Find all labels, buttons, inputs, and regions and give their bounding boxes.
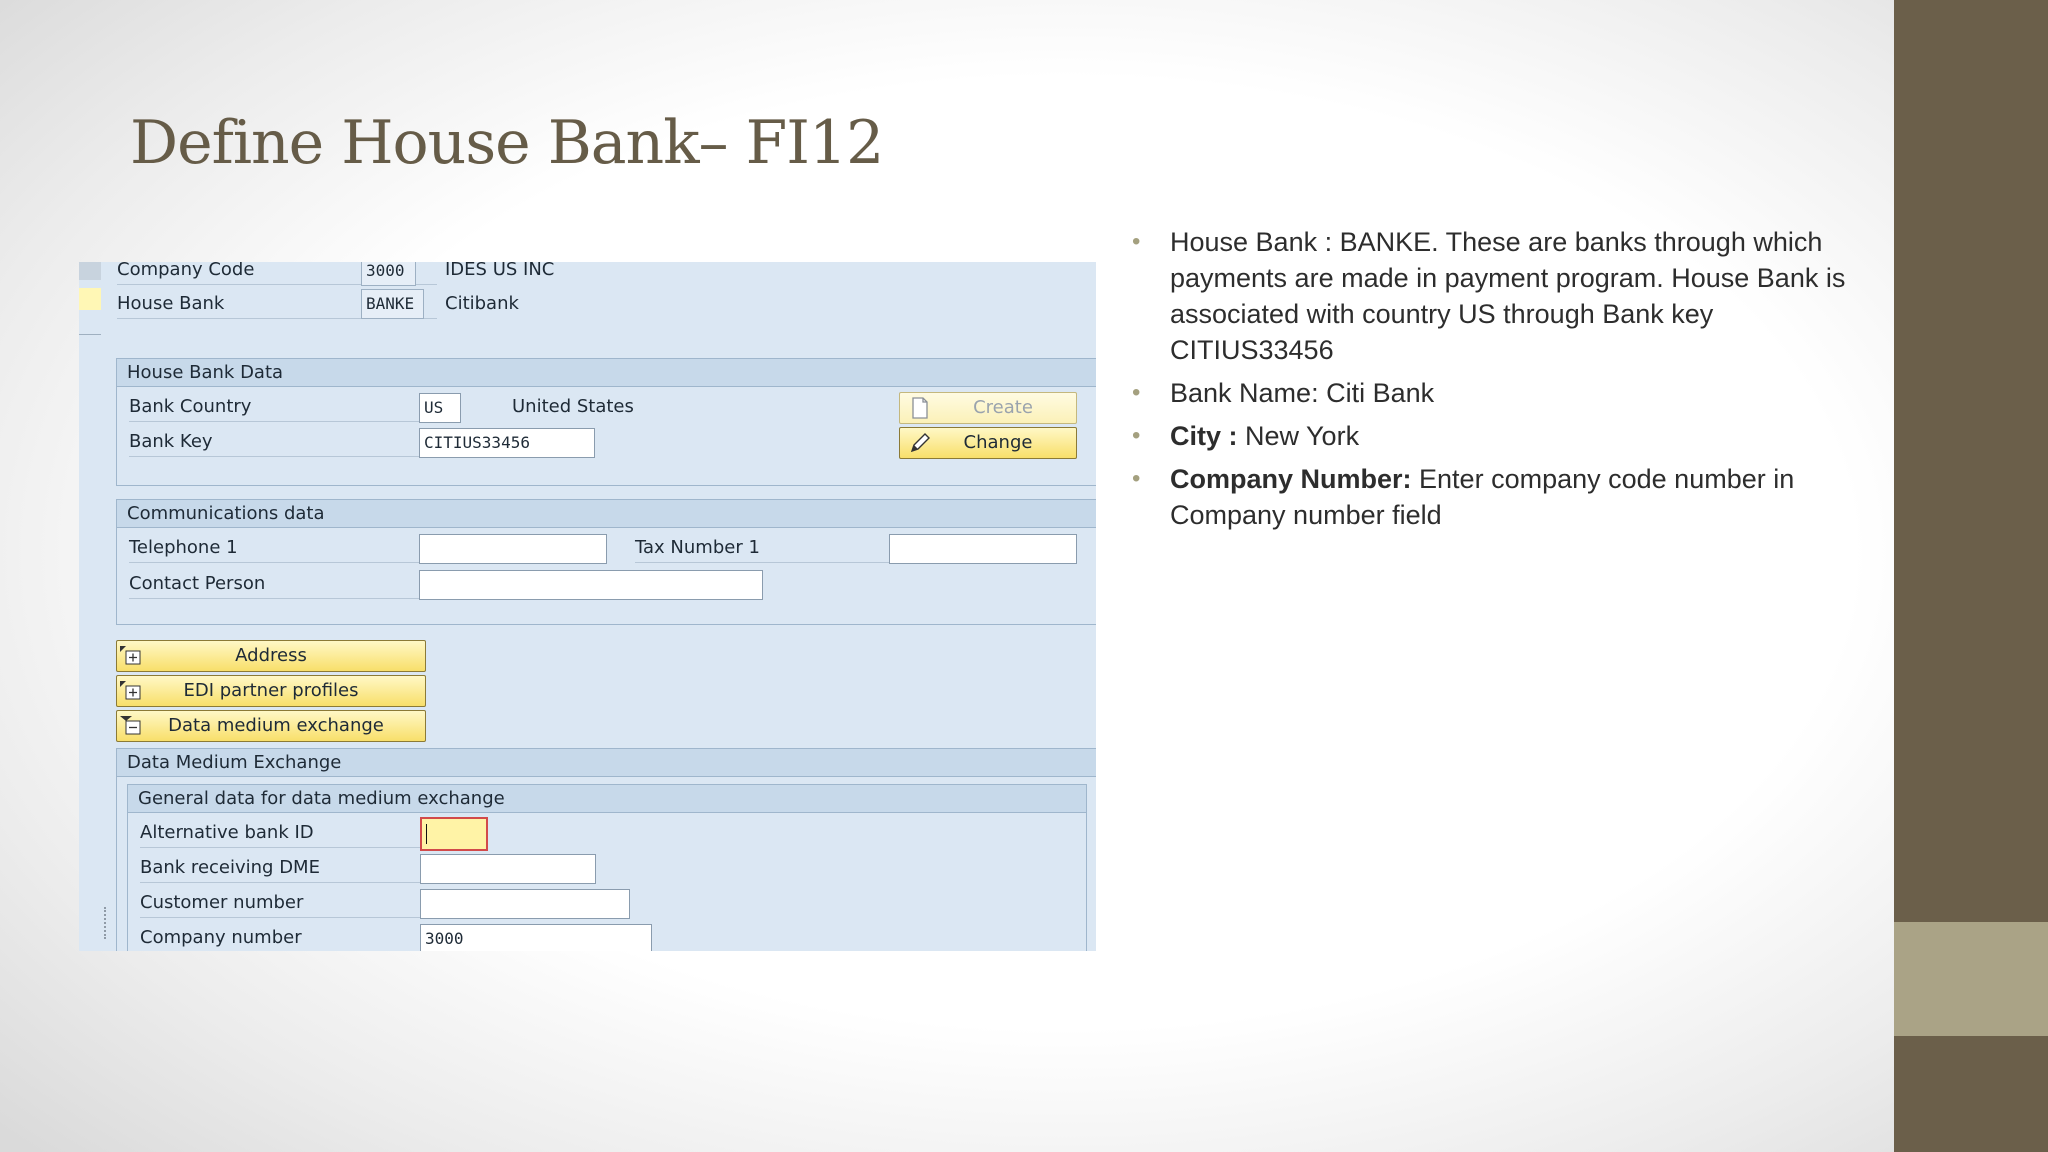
splitter-handle[interactable]: [104, 907, 109, 939]
bank-country-label: Bank Country: [129, 393, 419, 422]
alt-bank-id-field[interactable]: [420, 817, 488, 851]
address-button[interactable]: Address: [116, 640, 426, 672]
contact-person-field[interactable]: [419, 570, 763, 600]
create-button[interactable]: Create: [899, 392, 1077, 424]
house-bank-name: Citibank: [445, 293, 519, 314]
customer-number-label: Customer number: [140, 889, 420, 918]
house-bank-data-title: House Bank Data: [117, 359, 1096, 387]
data-medium-exchange-label: Data medium exchange: [168, 715, 384, 736]
company-name: IDES US INC: [445, 262, 555, 280]
communications-group: Communications data Telephone 1 Tax Numb…: [116, 499, 1096, 625]
bank-receiving-dme-label: Bank receiving DME: [140, 854, 420, 883]
bullet-city: City : New York: [1130, 418, 1870, 454]
pencil-icon: [910, 433, 930, 453]
side-band-accent: [1894, 922, 2048, 1036]
bank-receiving-dme-field[interactable]: [420, 854, 596, 884]
bullet-bank-name: Bank Name: Citi Bank: [1130, 375, 1870, 411]
house-bank-field[interactable]: BANKE: [361, 289, 424, 319]
bullet-company-number: Company Number: Enter company code numbe…: [1130, 461, 1870, 533]
customer-number-field[interactable]: [420, 889, 630, 919]
text-cursor: [426, 824, 427, 844]
company-number-field[interactable]: 3000: [420, 924, 652, 951]
data-medium-exchange-group: Data Medium Exchange General data for da…: [116, 748, 1096, 951]
tax-number-field[interactable]: [889, 534, 1077, 564]
alt-bank-id-label: Alternative bank ID: [140, 819, 420, 848]
collapse-icon: [120, 716, 141, 735]
bank-key-field[interactable]: CITIUS33456: [419, 428, 595, 458]
change-label: Change: [963, 432, 1033, 453]
bullet-city-label: City :: [1170, 421, 1238, 451]
row-separator: [79, 334, 101, 335]
bank-country-name: United States: [512, 396, 634, 417]
bank-country-field[interactable]: US: [419, 393, 461, 423]
general-dme-title: General data for data medium exchange: [128, 785, 1086, 813]
company-number-label: Company number: [140, 924, 420, 951]
bullet-list: House Bank : BANKE. These are banks thro…: [1130, 224, 1870, 540]
address-label: Address: [235, 645, 307, 666]
document-icon: [912, 397, 928, 419]
slide-title: Define House Bank– FI12: [130, 108, 884, 178]
company-code-field[interactable]: 3000: [361, 262, 416, 286]
bullet-house-bank-text: House Bank : BANKE. These are banks thro…: [1170, 227, 1846, 365]
tax-number-label: Tax Number 1: [635, 534, 889, 563]
bullet-company-number-label: Company Number:: [1170, 464, 1412, 494]
bullet-bank-name-text: Bank Name: Citi Bank: [1170, 378, 1435, 408]
edi-partner-profiles-label: EDI partner profiles: [183, 680, 359, 701]
create-label: Create: [973, 397, 1033, 418]
general-dme-group: General data for data medium exchange Al…: [127, 784, 1087, 951]
sap-screen: Company Code 3000 IDES US INC House Bank…: [79, 262, 1096, 951]
change-button[interactable]: Change: [899, 427, 1077, 459]
edi-partner-profiles-button[interactable]: EDI partner profiles: [116, 675, 426, 707]
telephone-label: Telephone 1: [129, 534, 419, 563]
row-marker-active: [79, 288, 101, 310]
bank-key-label: Bank Key: [129, 428, 419, 457]
expand-icon: [120, 646, 141, 665]
communications-title: Communications data: [117, 500, 1096, 528]
side-band: [1894, 0, 2048, 1152]
row-marker: [79, 262, 101, 280]
telephone-field[interactable]: [419, 534, 607, 564]
expand-icon: [120, 681, 141, 700]
bullet-house-bank: House Bank : BANKE. These are banks thro…: [1130, 224, 1870, 368]
data-medium-exchange-button[interactable]: Data medium exchange: [116, 710, 426, 742]
bullet-city-text: New York: [1237, 421, 1360, 451]
house-bank-data-group: House Bank Data Bank Country US United S…: [116, 358, 1096, 486]
data-medium-exchange-title: Data Medium Exchange: [117, 749, 1096, 777]
contact-person-label: Contact Person: [129, 570, 419, 599]
